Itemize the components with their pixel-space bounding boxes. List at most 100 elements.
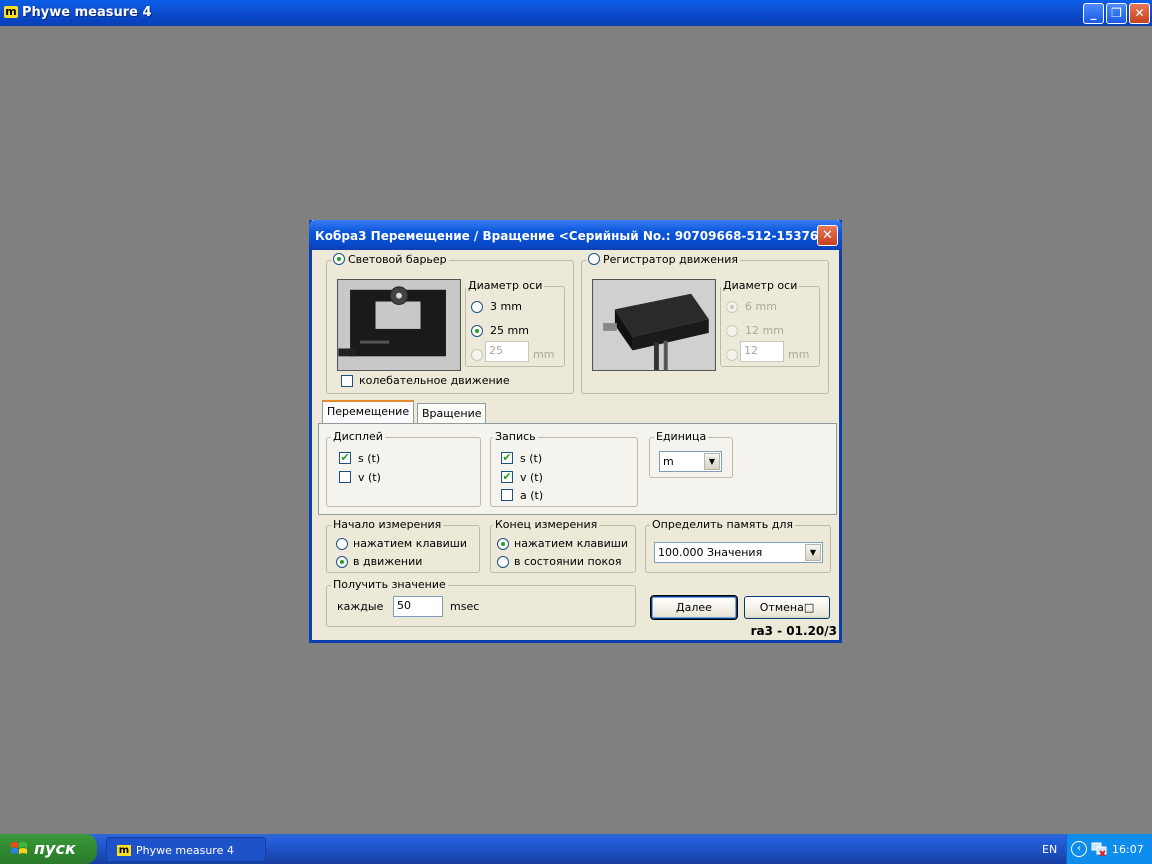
light-barrier-group: Световой барьер Диаметр оси 3 mm 25 mm 2… bbox=[326, 253, 574, 394]
motion-recorder-label: Регистратор движения bbox=[603, 253, 738, 266]
display-group-legend: Дисплей bbox=[331, 430, 385, 443]
axis-custom-input-motion[interactable]: 12 bbox=[740, 341, 784, 362]
start-motion-label: в движении bbox=[353, 555, 423, 568]
sample-interval-prefix: каждые bbox=[337, 600, 384, 613]
close-icon: ✕ bbox=[1134, 6, 1145, 20]
axis-custom-input[interactable]: 25 bbox=[485, 341, 529, 362]
end-key-label: нажатием клавиши bbox=[514, 537, 628, 550]
chevron-down-icon[interactable]: ▼ bbox=[805, 544, 821, 561]
axis-custom-radio-motion[interactable] bbox=[726, 349, 738, 361]
axis-3mm-radio[interactable] bbox=[471, 301, 483, 313]
memory-select-value: 100.000 Значения bbox=[658, 546, 763, 559]
start-label: пуск bbox=[34, 839, 76, 858]
restore-button[interactable]: ❐ bbox=[1106, 3, 1127, 24]
axis-6mm-label: 6 mm bbox=[745, 300, 777, 313]
app-close-button[interactable]: ✕ bbox=[1129, 3, 1150, 24]
version-label: ra3 - 01.20/3 bbox=[750, 624, 837, 638]
display-v-label: v (t) bbox=[358, 471, 381, 484]
end-measurement-group: Конец измерения нажатием клавиши в состо… bbox=[490, 518, 636, 573]
record-v-label: v (t) bbox=[520, 471, 543, 484]
axis-custom-unit: mm bbox=[533, 348, 555, 361]
unit-select-value: m bbox=[663, 455, 674, 468]
motion-recorder-group: Регистратор движения Диаметр оси 6 mm 12… bbox=[581, 253, 829, 394]
motion-recorder-radio[interactable] bbox=[588, 253, 600, 265]
light-barrier-radio[interactable] bbox=[333, 253, 345, 265]
tab-panel-displacement: Дисплей ✔ s (t) v (t) Запись ✔ s (t) ✔ v… bbox=[318, 423, 837, 515]
record-s-label: s (t) bbox=[520, 452, 543, 465]
dialog-titlebar[interactable]: Кобра3 Перемещение / Вращение <Серийный … bbox=[309, 220, 842, 250]
taskbar-item-phywe[interactable]: m Phywe measure 4 bbox=[106, 837, 266, 862]
app-titlebar[interactable]: m Phywe measure 4 _ ❐ ✕ bbox=[0, 0, 1152, 26]
system-tray: ‹ 16:07 bbox=[1066, 834, 1152, 864]
end-measurement-legend: Конец измерения bbox=[493, 518, 600, 531]
start-key-radio[interactable] bbox=[336, 538, 348, 550]
axis-25mm-radio[interactable] bbox=[471, 325, 483, 337]
app-icon: m bbox=[117, 845, 131, 856]
dialog-close-button[interactable]: ✕ bbox=[817, 225, 838, 246]
unit-group: Единица m ▼ bbox=[649, 430, 733, 478]
network-icon[interactable] bbox=[1091, 842, 1107, 856]
axis-3mm-label: 3 mm bbox=[490, 300, 522, 313]
tab-rotation[interactable]: Вращение bbox=[417, 403, 486, 424]
end-rest-label: в состоянии покоя bbox=[514, 555, 622, 568]
oscillation-checkbox[interactable] bbox=[341, 375, 353, 387]
oscillation-label: колебательное движение bbox=[359, 374, 510, 387]
taskbar: пуск m Phywe measure 4 EN ‹ 16:07 bbox=[0, 834, 1152, 864]
axis-diameter-group-light: Диаметр оси 3 mm 25 mm 25 mm bbox=[465, 279, 565, 367]
axis-25mm-label: 25 mm bbox=[490, 324, 529, 337]
restore-icon: ❐ bbox=[1111, 6, 1122, 20]
axis-6mm-radio[interactable] bbox=[726, 301, 738, 313]
start-button[interactable]: пуск bbox=[0, 834, 97, 864]
record-v-checkbox[interactable]: ✔ bbox=[501, 471, 513, 483]
close-icon: ✕ bbox=[822, 228, 833, 243]
dialog-body: Световой барьер Диаметр оси 3 mm 25 mm 2… bbox=[312, 250, 839, 640]
light-barrier-photo bbox=[337, 279, 461, 371]
tab-displacement[interactable]: Перемещение bbox=[322, 400, 414, 424]
windows-logo-icon bbox=[11, 842, 27, 854]
start-measurement-legend: Начало измерения bbox=[331, 518, 444, 531]
clock: 16:07 bbox=[1112, 843, 1144, 856]
light-barrier-legend: Световой барьер bbox=[331, 253, 449, 266]
display-s-checkbox[interactable]: ✔ bbox=[339, 452, 351, 464]
end-key-radio[interactable] bbox=[497, 538, 509, 550]
motion-recorder-photo bbox=[592, 279, 716, 371]
record-group: Запись ✔ s (t) ✔ v (t) a (t) bbox=[490, 430, 638, 507]
axis-diameter-legend: Диаметр оси bbox=[721, 279, 800, 292]
chevron-down-icon[interactable]: ▼ bbox=[704, 453, 720, 470]
app-icon: m bbox=[4, 5, 18, 18]
axis-custom-unit-motion: mm bbox=[788, 348, 810, 361]
language-indicator[interactable]: EN bbox=[1042, 843, 1057, 856]
display-v-checkbox[interactable] bbox=[339, 471, 351, 483]
start-key-label: нажатием клавиши bbox=[353, 537, 467, 550]
sample-interval-input[interactable]: 50 bbox=[393, 596, 443, 617]
axis-custom-radio[interactable] bbox=[471, 349, 483, 361]
memory-group: Определить память для 100.000 Значения ▼ bbox=[645, 518, 831, 573]
record-a-checkbox[interactable] bbox=[501, 489, 513, 501]
chevron-left-icon[interactable]: ‹ bbox=[1071, 841, 1087, 857]
motion-recorder-legend: Регистратор движения bbox=[586, 253, 740, 266]
axis-12mm-radio[interactable] bbox=[726, 325, 738, 337]
memory-group-legend: Определить память для bbox=[650, 518, 796, 531]
sample-interval-legend: Получить значение bbox=[331, 578, 448, 591]
dialog-title: Кобра3 Перемещение / Вращение <Серийный … bbox=[315, 229, 829, 243]
next-button[interactable]: Далее bbox=[650, 595, 738, 620]
start-measurement-group: Начало измерения нажатием клавиши в движ… bbox=[326, 518, 480, 573]
unit-group-legend: Единица bbox=[654, 430, 709, 443]
app-title: Phywe measure 4 bbox=[22, 5, 152, 20]
sample-interval-group: Получить значение каждые 50 msec bbox=[326, 578, 636, 627]
end-rest-radio[interactable] bbox=[497, 556, 509, 568]
unit-select[interactable]: m ▼ bbox=[659, 451, 722, 472]
light-barrier-label: Световой барьер bbox=[348, 253, 447, 266]
record-s-checkbox[interactable]: ✔ bbox=[501, 452, 513, 464]
cancel-button[interactable]: Отмена□ bbox=[744, 596, 830, 619]
record-group-legend: Запись bbox=[493, 430, 538, 443]
record-a-label: a (t) bbox=[520, 489, 544, 502]
start-motion-radio[interactable] bbox=[336, 556, 348, 568]
settings-dialog: Кобра3 Перемещение / Вращение <Серийный … bbox=[309, 220, 842, 643]
minimize-icon: _ bbox=[1090, 6, 1097, 20]
sample-interval-unit: msec bbox=[450, 600, 480, 613]
minimize-button[interactable]: _ bbox=[1083, 3, 1104, 24]
taskbar-item-label: Phywe measure 4 bbox=[136, 844, 234, 857]
axis-diameter-legend: Диаметр оси bbox=[466, 279, 545, 292]
memory-select[interactable]: 100.000 Значения ▼ bbox=[654, 542, 823, 563]
